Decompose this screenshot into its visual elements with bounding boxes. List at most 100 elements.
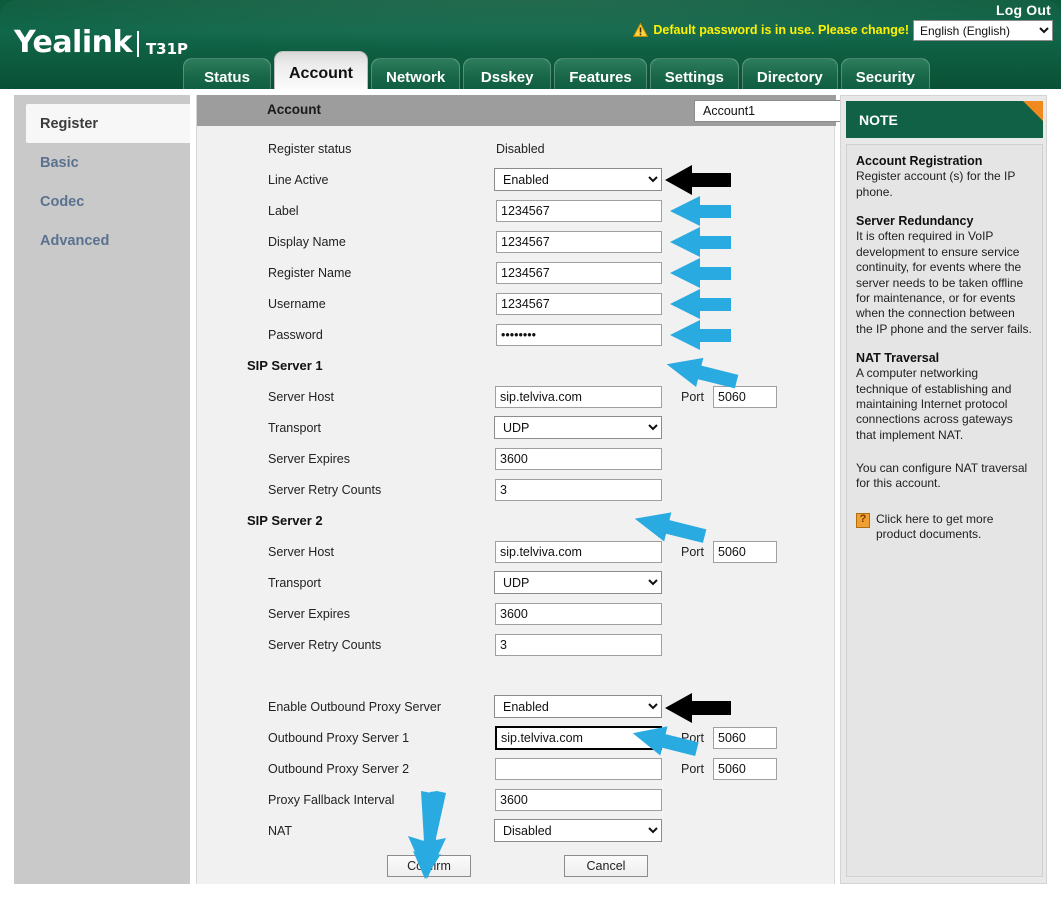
row-sip2-host: Server Host Port	[197, 538, 836, 569]
nat-select[interactable]: Disabled	[494, 819, 662, 842]
brand-name: Yealink	[14, 25, 132, 60]
tab-security[interactable]: Security	[840, 58, 930, 89]
row-sip2-transport: Transport UDP	[197, 569, 836, 600]
sip1-port-input[interactable]	[713, 386, 777, 408]
password-label: Password	[268, 328, 323, 342]
outbound-proxy-1-label: Outbound Proxy Server 1	[268, 731, 410, 745]
sidebar: Register Basic Codec Advanced	[14, 95, 190, 884]
row-label: Label	[197, 197, 836, 228]
row-sip2-retry: Server Retry Counts	[197, 631, 836, 662]
yealink-web-ui: Log Out Default password is in use. Plea…	[0, 0, 1061, 898]
form-actions: Confirm Cancel	[197, 855, 836, 885]
document-help-icon	[856, 512, 870, 528]
note-heading-server-redundancy: Server Redundancy	[856, 214, 974, 229]
row-nat: NAT Disabled	[197, 817, 836, 848]
confirm-button[interactable]: Confirm	[387, 855, 471, 877]
sip2-port-label: Port	[681, 545, 704, 559]
sidebar-item-basic[interactable]: Basic	[14, 143, 190, 182]
sip2-port-input[interactable]	[713, 541, 777, 563]
outbound-proxy-1-port-input[interactable]	[713, 727, 777, 749]
sip1-transport-label: Transport	[268, 421, 322, 435]
tab-settings[interactable]: Settings	[649, 58, 739, 89]
note-documents-link[interactable]: Click here to get more product documents…	[856, 512, 1033, 543]
sip2-host-input[interactable]	[495, 541, 662, 563]
password-input[interactable]	[496, 324, 662, 346]
register-name-input[interactable]	[496, 262, 662, 284]
note-documents-link-text: Click here to get more product documents…	[876, 511, 994, 542]
main-tabs: Status Account Network Dsskey Features S…	[183, 51, 930, 89]
outbound-proxy-2-input[interactable]	[495, 758, 662, 780]
outbound-proxy-2-port-input[interactable]	[713, 758, 777, 780]
sip1-host-input[interactable]	[495, 386, 662, 408]
outbound-proxy-1-input[interactable]	[495, 726, 662, 750]
label-input[interactable]	[496, 200, 662, 222]
enable-outbound-proxy-select[interactable]: Enabled	[494, 695, 662, 718]
sip1-expires-input[interactable]	[495, 448, 662, 470]
note-panel: NOTE Account Registration Register accou…	[840, 95, 1047, 884]
sip2-transport-label: Transport	[268, 576, 322, 590]
line-active-select[interactable]: Enabled	[494, 168, 662, 191]
sidebar-item-codec[interactable]: Codec	[14, 182, 190, 221]
username-label: Username	[268, 297, 326, 311]
warning-text: Default password is in use. Please chang…	[653, 23, 909, 37]
tab-features[interactable]: Features	[554, 58, 647, 89]
row-sip1-host: Server Host Port	[197, 383, 836, 414]
sidebar-item-advanced[interactable]: Advanced	[14, 221, 190, 260]
sidebar-item-register[interactable]: Register	[26, 104, 190, 143]
sip2-host-label: Server Host	[268, 545, 334, 559]
sip1-retry-input[interactable]	[495, 479, 662, 501]
logout-link[interactable]: Log Out	[996, 2, 1051, 18]
row-enable-outbound-proxy: Enable Outbound Proxy Server Enabled	[197, 693, 836, 724]
sip2-expires-label: Server Expires	[268, 607, 350, 621]
row-sip1-transport: Transport UDP	[197, 414, 836, 445]
page-header: Log Out Default password is in use. Plea…	[0, 0, 1061, 92]
sip2-expires-input[interactable]	[495, 603, 662, 625]
note-heading-account-registration: Account Registration	[856, 154, 983, 168]
row-proxy-fallback: Proxy Fallback Interval	[197, 786, 836, 817]
register-status-value: Disabled	[496, 142, 545, 156]
note-text-server-redundancy: It is often required in VoIP development…	[856, 229, 1032, 336]
note-section-server-redundancy: Server Redundancy It is often required i…	[856, 213, 1033, 337]
register-status-label: Register status	[268, 142, 352, 156]
sip2-retry-input[interactable]	[495, 634, 662, 656]
row-line-active: Line Active Enabled	[197, 166, 836, 197]
tab-network[interactable]: Network	[371, 58, 461, 89]
tab-dsskey[interactable]: Dsskey	[463, 58, 552, 89]
label-label: Label	[268, 204, 299, 218]
sip-server-2-heading: SIP Server 2	[247, 513, 323, 528]
warning-triangle-icon	[633, 22, 649, 37]
note-text-account-registration: Register account (s) for the IP phone.	[856, 169, 1016, 199]
note-title: NOTE	[859, 111, 898, 128]
outbound-proxy-1-port-label: Port	[681, 731, 704, 745]
note-header: NOTE	[846, 101, 1043, 138]
row-sip-server-2-heading: SIP Server 2	[197, 507, 836, 538]
row-sip1-retry: Server Retry Counts	[197, 476, 836, 507]
enable-outbound-proxy-label: Enable Outbound Proxy Server	[268, 700, 442, 714]
account-bar-label: Account	[267, 102, 321, 117]
row-outbound-proxy-2: Outbound Proxy Server 2 Port	[197, 755, 836, 786]
line-active-label: Line Active	[268, 173, 329, 187]
device-model: T31P	[145, 40, 189, 58]
tab-directory[interactable]: Directory	[741, 58, 838, 89]
cancel-button[interactable]: Cancel	[564, 855, 648, 877]
sip2-transport-select[interactable]: UDP	[494, 571, 662, 594]
display-name-input[interactable]	[496, 231, 662, 253]
sip1-transport-select[interactable]: UDP	[494, 416, 662, 439]
nat-label: NAT	[268, 824, 293, 838]
sip1-expires-label: Server Expires	[268, 452, 350, 466]
account-select[interactable]: Account1	[694, 100, 858, 122]
row-sip1-expires: Server Expires	[197, 445, 836, 476]
sip-server-1-heading: SIP Server 1	[247, 358, 323, 373]
default-password-warning: Default password is in use. Please chang…	[633, 22, 909, 37]
tab-account[interactable]: Account	[274, 51, 368, 89]
note-body: Account Registration Register account (s…	[846, 144, 1043, 877]
tab-status[interactable]: Status	[183, 58, 271, 89]
outbound-proxy-2-label: Outbound Proxy Server 2	[268, 762, 410, 776]
sip1-host-label: Server Host	[268, 390, 334, 404]
row-sip2-expires: Server Expires	[197, 600, 836, 631]
sip2-retry-label: Server Retry Counts	[268, 638, 382, 652]
proxy-fallback-input[interactable]	[495, 789, 662, 811]
row-register-name: Register Name	[197, 259, 836, 290]
language-select[interactable]: English (English)	[913, 20, 1053, 41]
username-input[interactable]	[496, 293, 662, 315]
